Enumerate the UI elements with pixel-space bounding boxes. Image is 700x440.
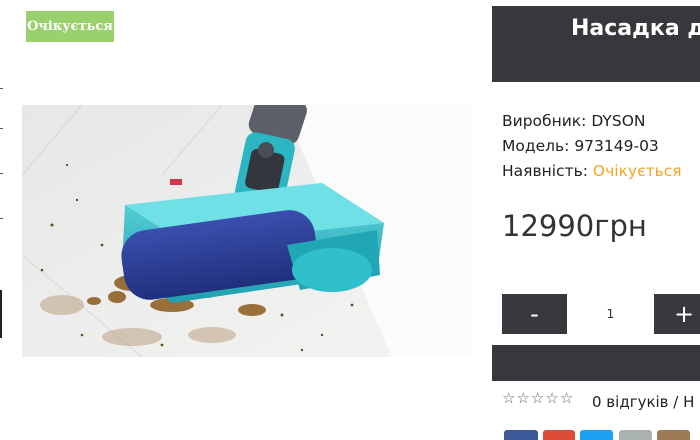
manufacturer-row: Виробник: DYSON	[502, 112, 646, 130]
star-icon: ☆	[530, 389, 545, 407]
share-twitter-button[interactable]	[580, 430, 613, 440]
share-facebook-button[interactable]	[504, 430, 538, 440]
share-google-button[interactable]	[543, 430, 575, 440]
model-label: Модель:	[502, 137, 570, 155]
quantity-input[interactable]	[567, 294, 654, 334]
model-value: 973149-03	[574, 137, 659, 155]
rating-stars: ☆ ☆ ☆ ☆ ☆	[502, 390, 573, 406]
availability-value: Очікується	[592, 162, 682, 180]
reviews-link[interactable]: 0 відгуків / Н	[592, 393, 694, 411]
product-title: Насадка д	[571, 16, 700, 41]
carousel-edge-bar	[0, 290, 2, 338]
availability-label: Наявність:	[502, 162, 588, 180]
star-icon: ☆	[545, 389, 559, 407]
star-icon: ☆	[559, 389, 574, 407]
manufacturer-value: DYSON	[591, 112, 646, 130]
product-image[interactable]	[22, 105, 471, 357]
product-price: 12990грн	[502, 209, 647, 243]
buy-button[interactable]	[492, 345, 700, 381]
share-email-button[interactable]	[619, 430, 652, 440]
status-badge: Очікується	[26, 11, 114, 42]
product-title-bar: Насадка д	[492, 6, 700, 82]
quantity-increase-button[interactable]: +	[654, 294, 700, 334]
model-row: Модель: 973149-03	[502, 137, 659, 155]
manufacturer-label: Виробник:	[502, 112, 587, 130]
product-photo-illustration	[22, 105, 471, 357]
quantity-decrease-button[interactable]: -	[502, 294, 567, 334]
star-icon: ☆	[516, 389, 530, 407]
share-other-button[interactable]	[657, 430, 690, 440]
star-icon: ☆	[502, 389, 516, 407]
availability-row: Наявність: Очікується	[502, 162, 682, 180]
